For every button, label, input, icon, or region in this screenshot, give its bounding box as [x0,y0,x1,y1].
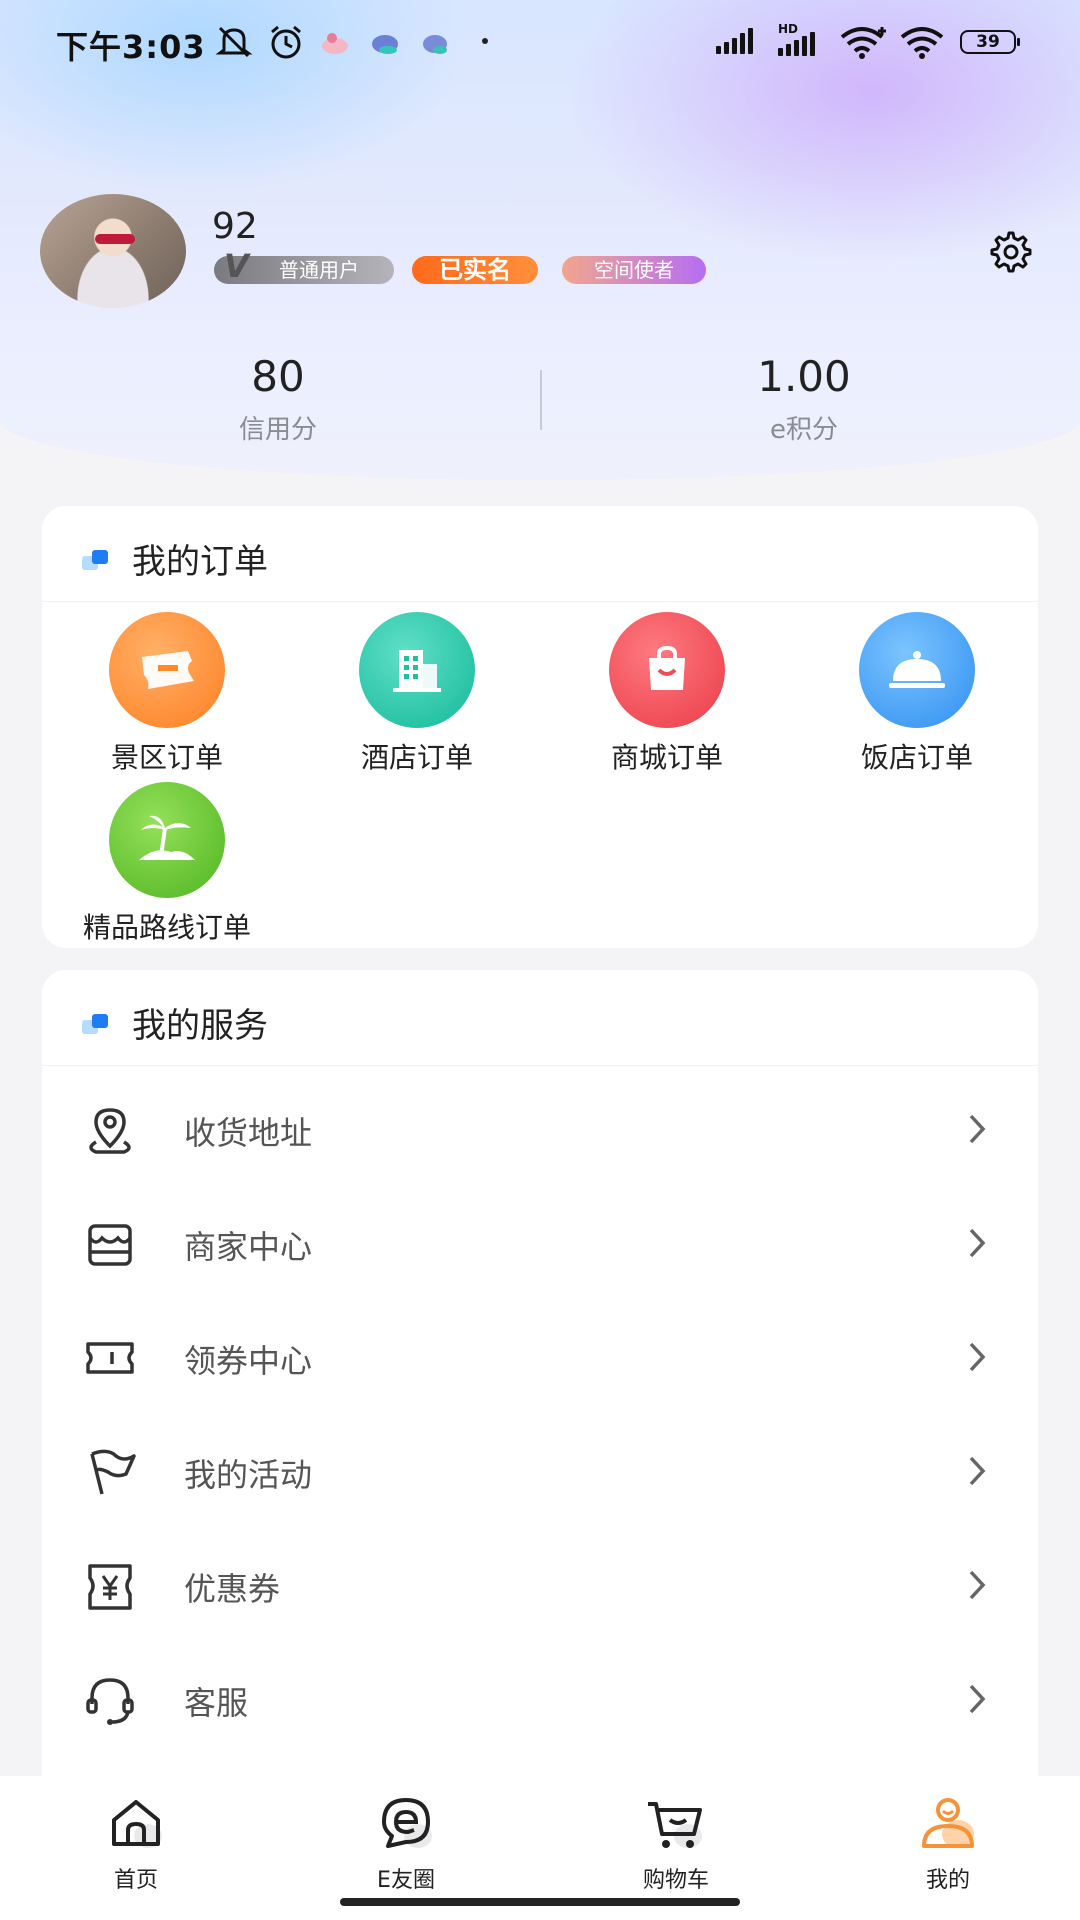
service-activities[interactable]: 我的活动 [42,1414,1038,1528]
section-mark-icon [82,1014,112,1034]
chevron-right-icon [969,1570,986,1600]
mute-bell-icon [215,26,253,58]
service-coupons-label: 优惠券 [184,1570,281,1608]
home-indicator [340,1898,740,1906]
cellular-signal-icon [716,28,753,54]
order-restaurant[interactable]: 饭店订单 [792,612,1042,776]
my-orders-header: 我的订单 [42,506,1038,602]
wifi-plus-icon [840,27,886,59]
tab-e-friends-label: E友圈 [377,1868,435,1893]
credit-score-stat[interactable]: 80 信用分 [128,352,428,446]
ticket-outline-icon [86,1342,134,1374]
service-merchant[interactable]: 商家中心 [42,1186,1038,1300]
my-orders-card: 我的订单 景区订单 酒店订单 商城订单 饭店订单 精品路线订单 [42,506,1038,948]
my-services-card: 我的服务 收货地址 商家中心 领券中心 我的活动 优惠券 客服 [42,970,1038,1800]
tab-cart[interactable]: 购物车 [596,1794,756,1894]
avatar[interactable] [40,194,186,308]
user-icon [922,1798,974,1848]
order-hotel-label: 酒店订单 [360,741,473,774]
order-mall[interactable]: 商城订单 [542,612,792,776]
service-activities-label: 我的活动 [184,1456,313,1494]
order-hotel[interactable]: 酒店订单 [292,612,542,776]
user-level-badge: V 普通用户 [214,250,394,284]
home-icon [112,1800,162,1848]
wifi-icon [900,27,944,59]
app-notification-icon [423,35,447,54]
chevron-right-icon [969,1228,986,1258]
chevron-right-icon [969,1456,986,1486]
cart-icon [648,1802,702,1848]
service-customer-support[interactable]: 客服 [42,1642,1038,1756]
gear-icon[interactable] [986,228,1032,274]
tab-mine-label: 我的 [925,1868,970,1893]
tab-mine[interactable]: 我的 [868,1794,1028,1894]
dish-cover-icon [859,612,975,728]
stat-divider [540,370,542,430]
building-icon [359,612,475,728]
order-restaurant-label: 饭店订单 [860,741,973,774]
tab-home-label: 首页 [113,1868,158,1893]
service-coupon-center-label: 领券中心 [184,1342,313,1380]
battery-icon: 39 [960,30,1020,54]
service-coupon-center[interactable]: 领券中心 [42,1300,1038,1414]
verified-badge: 已实名 [412,256,538,284]
hd-signal-icon: HD [776,22,828,56]
service-address[interactable]: 收货地址 [42,1072,1038,1186]
my-services-title: 我的服务 [132,1006,268,1046]
alarm-icon [271,25,301,59]
order-scenic[interactable]: 景区订单 [42,612,292,776]
headset-icon [86,1678,134,1725]
tab-home[interactable]: 首页 [56,1794,216,1894]
yen-coupon-icon [88,1564,132,1610]
e-points-stat[interactable]: 1.00 e积分 [654,352,954,446]
order-route-label: 精品路线订单 [82,911,251,944]
notification-dot [482,38,488,44]
service-coupons[interactable]: 优惠券 [42,1528,1038,1642]
ambassador-badge: 空间使者 [562,256,706,284]
flag-icon [90,1449,136,1495]
chevron-right-icon [969,1342,986,1372]
tab-e-friends[interactable]: E友圈 [326,1794,486,1894]
service-customer-support-label: 客服 [184,1684,249,1722]
credit-score-value: 80 [251,352,305,401]
status-bar: 下午3:03 HD 39 [0,0,1080,86]
palm-island-icon [109,782,225,898]
service-address-label: 收货地址 [184,1114,313,1152]
tab-cart-label: 购物车 [642,1868,709,1893]
location-pin-icon [89,1108,131,1154]
order-mall-label: 商城订单 [610,741,723,774]
chevron-right-icon [969,1114,986,1144]
e-points-label: e积分 [770,415,838,445]
shopping-bag-icon [609,612,725,728]
ticket-icon [109,612,225,728]
order-route[interactable]: 精品路线订单 [42,782,292,946]
e-points-value: 1.00 [757,352,851,401]
app-notification-icon [372,35,398,54]
app-notification-icon [322,33,348,54]
username: 92 [212,206,258,247]
store-icon [88,1224,132,1266]
user-level-label: 普通用户 [279,258,359,282]
service-merchant-label: 商家中心 [184,1228,313,1266]
my-services-header: 我的服务 [42,970,1038,1066]
my-orders-title: 我的订单 [132,542,268,582]
credit-score-label: 信用分 [238,415,317,445]
e-chat-icon [382,1798,432,1848]
section-mark-icon [82,550,112,570]
order-scenic-label: 景区订单 [110,741,223,774]
chevron-right-icon [969,1684,986,1714]
status-time: 下午3:03 [56,28,206,66]
